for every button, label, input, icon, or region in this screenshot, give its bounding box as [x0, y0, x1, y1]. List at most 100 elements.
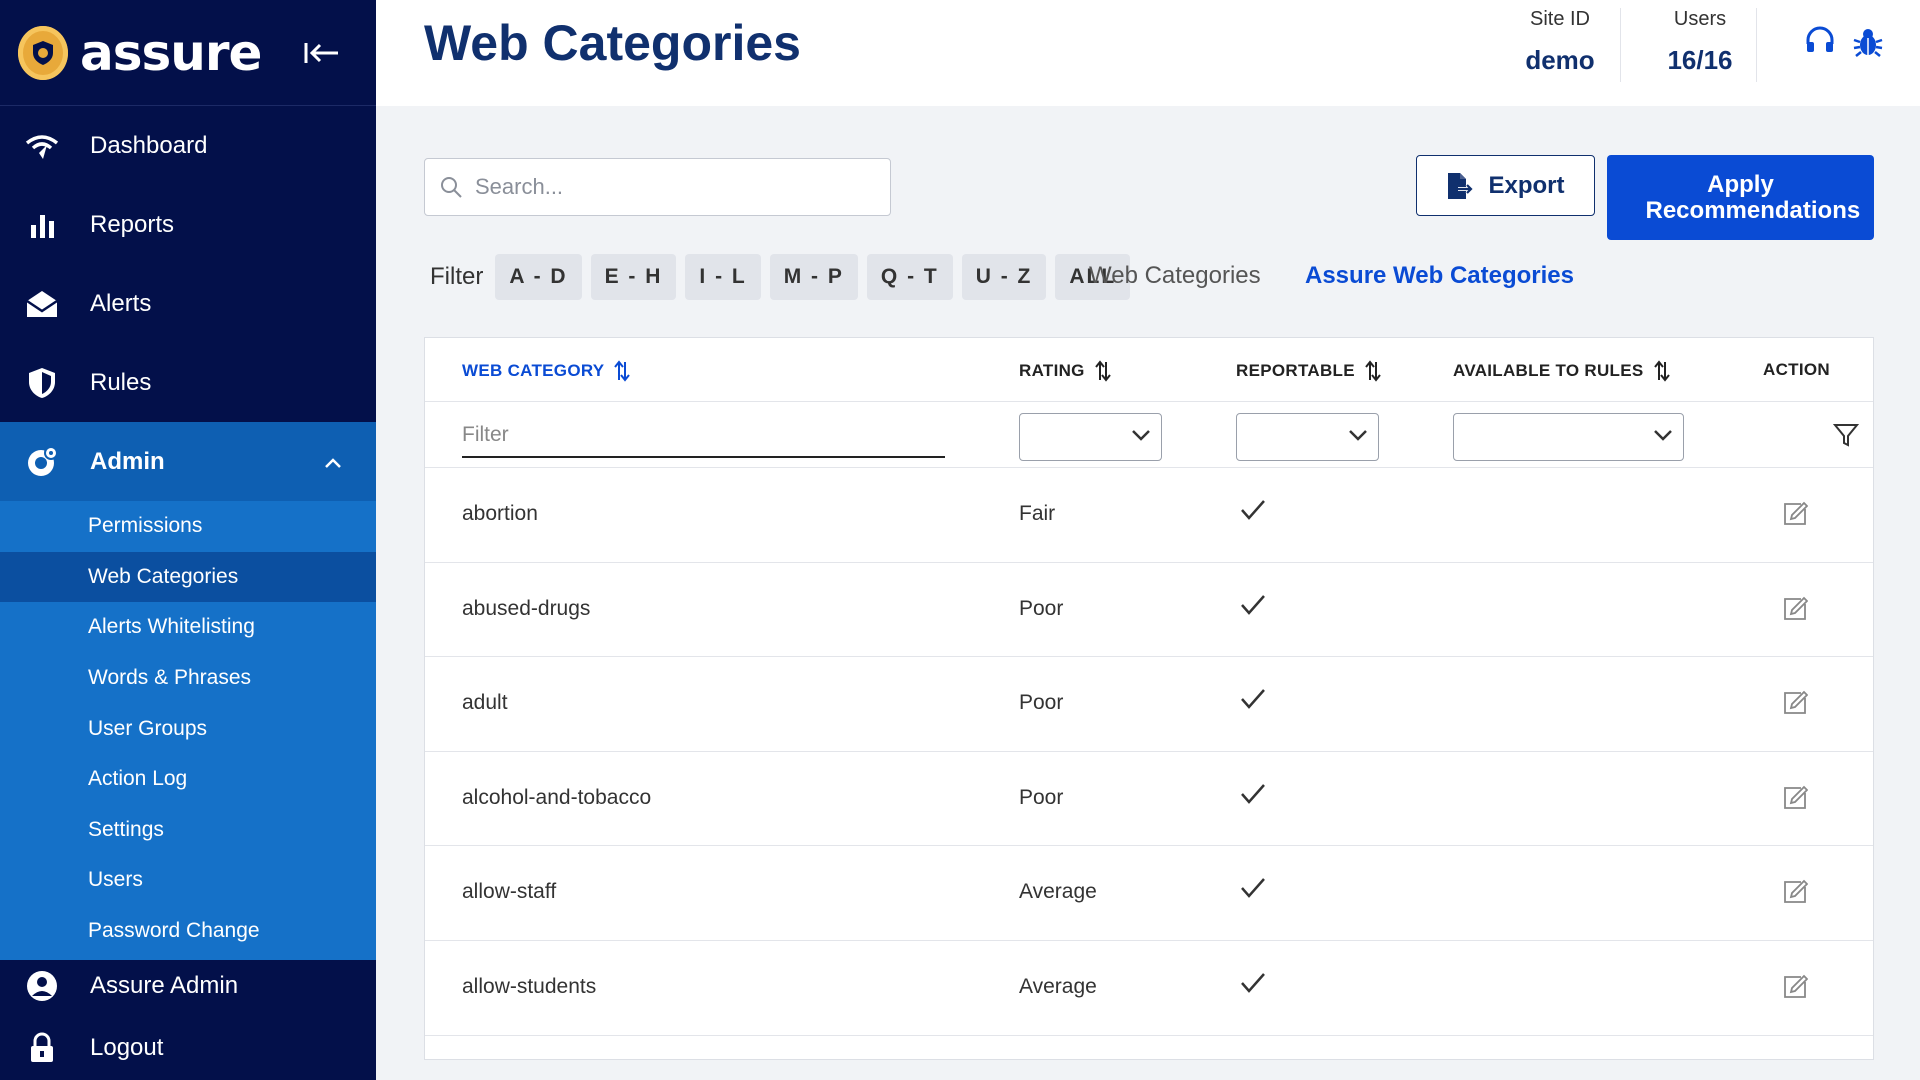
nav-item-assure-admin[interactable]: Assure Admin: [0, 955, 376, 1017]
reportable-filter-select[interactable]: [1236, 413, 1379, 461]
filter-chip-m-p[interactable]: M - P: [769, 254, 858, 300]
sort-icon: [1094, 360, 1111, 382]
category-cell: allow-staff: [462, 880, 557, 904]
table-row[interactable]: allow-staff Average: [425, 846, 1873, 941]
column-header-available-to-rules[interactable]: AVAILABLE TO RULES: [1453, 360, 1670, 382]
sort-icon: [1365, 360, 1381, 382]
rating-cell: Average: [1019, 880, 1097, 904]
sort-icon: [614, 360, 631, 382]
users-stat: Users 16/16: [1650, 8, 1750, 76]
page-title: Web Categories: [424, 15, 801, 71]
nav-item-rules[interactable]: Rules: [0, 343, 376, 422]
table-row[interactable]: abused-drugs Poor: [425, 563, 1873, 658]
alphabet-filter: Filter A - D E - H I - L M - P Q - T U -…: [430, 254, 1139, 300]
search-input[interactable]: [475, 174, 855, 200]
admin-subnav: Permissions Web Categories Alerts Whitel…: [0, 501, 376, 961]
edit-icon[interactable]: [1782, 501, 1808, 527]
nav-item-logout[interactable]: Logout: [0, 1017, 376, 1079]
subnav-item-alerts-whitelisting[interactable]: Alerts Whitelisting: [0, 602, 376, 653]
shield-icon: [24, 365, 60, 401]
filter-label: Filter: [430, 263, 484, 290]
export-file-icon: [1448, 172, 1475, 199]
edit-icon[interactable]: [1782, 879, 1808, 905]
export-button[interactable]: Export: [1416, 155, 1595, 216]
divider: [1620, 8, 1621, 82]
rating-cell: Average: [1019, 974, 1097, 998]
subnav-item-web-categories[interactable]: Web Categories: [0, 551, 376, 603]
check-icon: [1241, 973, 1265, 993]
table-filter-row: [425, 402, 1873, 468]
table-row[interactable]: alcohol-and-tobacco Poor: [425, 752, 1873, 847]
tab-web-categories[interactable]: Web Categories: [1089, 262, 1261, 290]
top-header: Web Categories Site ID demo Users 16/16: [376, 0, 1920, 106]
table-row[interactable]: adult Poor: [425, 657, 1873, 752]
filter-chip-e-h[interactable]: E - H: [590, 254, 677, 300]
edit-icon[interactable]: [1782, 785, 1808, 811]
chevron-down-icon: [1349, 430, 1367, 441]
collapse-sidebar-button[interactable]: [302, 33, 342, 73]
nav-item-label: Rules: [90, 368, 152, 396]
available-to-rules-filter-select[interactable]: [1453, 413, 1684, 461]
edit-icon[interactable]: [1782, 974, 1808, 1000]
divider: [1756, 8, 1757, 82]
check-icon: [1241, 689, 1265, 710]
nav-item-label: Assure Admin: [90, 972, 239, 999]
subnav-item-password-change[interactable]: Password Change: [0, 906, 376, 957]
envelope-icon: [24, 286, 60, 322]
nav-item-label: Reports: [90, 210, 175, 238]
check-icon: [1241, 783, 1265, 804]
category-cell: abortion: [462, 502, 538, 525]
apply-recommendations-button[interactable]: Apply Recommendations: [1607, 155, 1874, 240]
edit-icon[interactable]: [1782, 690, 1808, 716]
category-cell: adult: [462, 691, 508, 715]
column-header-web-category[interactable]: WEB CATEGORY: [462, 360, 631, 382]
nav-item-dashboard[interactable]: Dashboard: [0, 106, 376, 185]
subnav-item-permissions[interactable]: Permissions: [0, 501, 376, 552]
category-filter-input[interactable]: [462, 414, 945, 458]
nav-item-reports[interactable]: Reports: [0, 185, 376, 264]
subnav-item-settings[interactable]: Settings: [0, 805, 376, 856]
nav-item-admin[interactable]: Admin: [0, 422, 376, 501]
export-label: Export: [1488, 171, 1565, 199]
brand-name: assure: [80, 23, 262, 82]
user-circle-icon: [24, 968, 60, 1004]
bug-icon[interactable]: [1852, 26, 1884, 58]
subnav-item-users[interactable]: Users: [0, 855, 376, 906]
subnav-item-action-log[interactable]: Action Log: [0, 754, 376, 805]
check-icon: [1241, 594, 1265, 615]
check-icon: [1241, 878, 1265, 899]
column-header-reportable[interactable]: REPORTABLE: [1236, 360, 1381, 382]
headset-icon[interactable]: [1804, 26, 1836, 58]
filter-chip-u-z[interactable]: U - Z: [961, 254, 1047, 300]
site-id-stat: Site ID demo: [1510, 8, 1610, 76]
column-header-action: ACTION: [1763, 360, 1830, 379]
apply-recommendations-label: Apply Recommendations: [1645, 171, 1861, 224]
tab-assure-web-categories[interactable]: Assure Web Categories: [1305, 262, 1574, 290]
category-cell: alcohol-and-tobacco: [462, 785, 652, 809]
chevron-down-icon: [1654, 430, 1672, 441]
lock-icon: [24, 1030, 60, 1066]
check-icon: [1241, 500, 1265, 520]
chevron-up-icon[interactable]: [324, 448, 342, 476]
table-row[interactable]: allow-students Average: [425, 941, 1873, 1036]
filter-chip-q-t[interactable]: Q - T: [866, 254, 953, 300]
search-box[interactable]: [424, 158, 891, 216]
rating-cell: Poor: [1019, 785, 1064, 809]
sort-icon: [1653, 360, 1670, 382]
web-categories-table: WEB CATEGORY RATING REPORTABLE AVAILABLE…: [424, 337, 1874, 1060]
category-cell: allow-students: [462, 974, 597, 998]
subnav-item-words-phrases[interactable]: Words & Phrases: [0, 653, 376, 704]
rating-filter-select[interactable]: [1019, 413, 1162, 461]
filter-chip-a-d[interactable]: A - D: [495, 254, 582, 300]
users-value: 16/16: [1667, 45, 1733, 75]
edit-icon[interactable]: [1782, 596, 1808, 622]
table-header: WEB CATEGORY RATING REPORTABLE AVAILABLE…: [425, 338, 1873, 402]
column-header-rating[interactable]: RATING: [1019, 360, 1111, 382]
site-id-label: Site ID: [1529, 8, 1591, 30]
funnel-filter-icon[interactable]: [1832, 422, 1860, 453]
filter-chip-i-l[interactable]: I - L: [685, 254, 761, 300]
table-row[interactable]: abortion Fair: [425, 468, 1873, 563]
nav-item-alerts[interactable]: Alerts: [0, 264, 376, 343]
gear-globe-icon: [24, 444, 60, 480]
subnav-item-user-groups[interactable]: User Groups: [0, 703, 376, 754]
